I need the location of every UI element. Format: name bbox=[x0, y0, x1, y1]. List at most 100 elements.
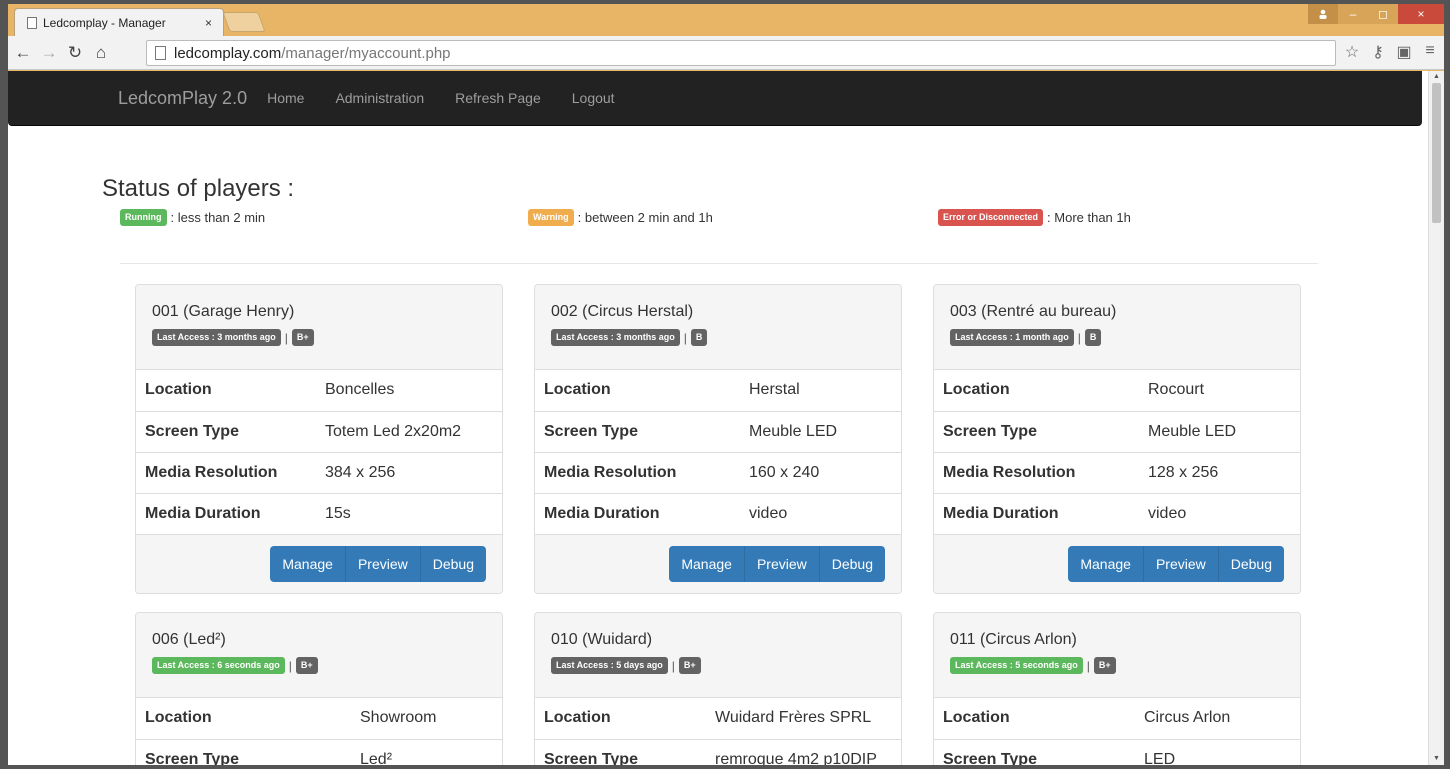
last-access-badge: Last Access : 3 months ago bbox=[551, 329, 680, 346]
manage-button[interactable]: Manage bbox=[669, 545, 745, 582]
preview-button[interactable]: Preview bbox=[1143, 545, 1219, 582]
tab-close-icon[interactable]: × bbox=[205, 16, 223, 30]
tab-title: Ledcomplay - Manager bbox=[43, 15, 166, 30]
browser-tab[interactable]: Ledcomplay - Manager × bbox=[14, 8, 224, 36]
action-buttons: Manage Preview Debug bbox=[669, 545, 885, 582]
table-row: Location Rocourt bbox=[934, 370, 1300, 411]
separator: | bbox=[683, 330, 687, 345]
media-resolution-key: Media Resolution bbox=[145, 463, 278, 481]
home-icon[interactable]: ⌂ bbox=[90, 43, 112, 63]
panel-heading: 011 (Circus Arlon) Last Access : 5 secon… bbox=[934, 613, 1300, 698]
table-row: Media Duration video bbox=[535, 493, 901, 534]
media-resolution-key: Media Resolution bbox=[544, 463, 677, 481]
page-viewport: LedcomPlay 2.0 Home Administration Refre… bbox=[8, 71, 1428, 765]
screen-type-value: LED bbox=[1144, 750, 1176, 766]
table-row: Media Duration video bbox=[934, 493, 1300, 534]
legend-text: : less than 2 min bbox=[170, 210, 266, 225]
user-icon[interactable] bbox=[1308, 4, 1338, 24]
nav-administration[interactable]: Administration bbox=[335, 90, 424, 106]
debug-button[interactable]: Debug bbox=[1218, 545, 1284, 582]
table-row: Location Wuidard Frères SPRL bbox=[535, 698, 901, 739]
debug-button[interactable]: Debug bbox=[420, 545, 486, 582]
key-icon[interactable]: ⚷ bbox=[1370, 42, 1386, 62]
last-access-badge: Last Access : 3 months ago bbox=[152, 329, 281, 346]
grade-badge: B bbox=[690, 329, 708, 346]
media-resolution-value: 160 x 240 bbox=[749, 463, 820, 481]
player-title: 006 (Led²) bbox=[152, 631, 226, 648]
new-tab-button[interactable] bbox=[222, 12, 266, 32]
media-duration-value: video bbox=[1148, 504, 1187, 522]
table-row: Screen Type LED bbox=[934, 739, 1300, 766]
screen-type-key: Screen Type bbox=[943, 750, 1037, 766]
player-info-table: Location Circus Arlon Screen Type LED bbox=[934, 698, 1300, 765]
table-row: Media Resolution 384 x 256 bbox=[136, 452, 502, 493]
maximize-button[interactable]: ◻ bbox=[1368, 4, 1398, 24]
screen-type-key: Screen Type bbox=[145, 422, 239, 440]
menu-icon[interactable]: ≡ bbox=[1422, 42, 1438, 62]
table-row: Media Duration 15s bbox=[136, 493, 502, 534]
separator: | bbox=[284, 330, 288, 345]
player-title: 002 (Circus Herstal) bbox=[551, 303, 694, 320]
player-title: 003 (Rentré au bureau) bbox=[950, 303, 1117, 320]
location-value: Herstal bbox=[749, 381, 800, 399]
media-resolution-value: 384 x 256 bbox=[325, 463, 396, 481]
player-info-table: Location Rocourt Screen Type Meuble LED Me… bbox=[934, 370, 1300, 535]
manage-button[interactable]: Manage bbox=[270, 545, 346, 582]
table-row: Screen Type remroque 4m2 p10DIP bbox=[535, 739, 901, 766]
back-arrow-icon[interactable]: ← bbox=[12, 43, 34, 63]
address-bar[interactable]: ledcomplay.com/manager/myaccount.php bbox=[146, 40, 1336, 66]
nav-home[interactable]: Home bbox=[267, 90, 304, 106]
last-access-badge: Last Access : 1 month ago bbox=[950, 329, 1074, 346]
legend-text: : More than 1h bbox=[1047, 210, 1131, 225]
brand-link[interactable]: LedcomPlay 2.0 bbox=[118, 88, 247, 109]
player-panel: 011 (Circus Arlon) Last Access : 5 secon… bbox=[933, 612, 1301, 765]
screen-type-key: Screen Type bbox=[943, 422, 1037, 440]
preview-button[interactable]: Preview bbox=[744, 545, 820, 582]
main-content: Status of players : Running : less than … bbox=[102, 175, 1332, 264]
browser-toolbar: ← → ↻ ⌂ ledcomplay.com/manager/myaccount… bbox=[8, 36, 1444, 70]
extension-icon[interactable]: ▣ bbox=[1396, 42, 1412, 62]
browser-window: Ledcomplay - Manager × – ◻ × ← → ↻ ⌂ led… bbox=[8, 4, 1444, 765]
page-icon bbox=[27, 16, 37, 29]
scroll-down-icon[interactable]: ▼ bbox=[1433, 755, 1441, 763]
action-buttons: Manage Preview Debug bbox=[1068, 545, 1284, 582]
panel-heading: 002 (Circus Herstal) Last Access : 3 mon… bbox=[535, 285, 901, 370]
vertical-scrollbar[interactable]: ▲ ▼ bbox=[1428, 71, 1444, 765]
location-value: Boncelles bbox=[325, 381, 395, 399]
minimize-button[interactable]: – bbox=[1338, 4, 1368, 24]
table-row: Location Boncelles bbox=[136, 370, 502, 411]
panel-footer: Manage Preview Debug bbox=[934, 534, 1300, 593]
screen-type-value: Led² bbox=[360, 750, 393, 766]
screen-type-value: Meuble LED bbox=[749, 422, 838, 440]
grade-badge: B bbox=[1084, 329, 1102, 346]
location-key: Location bbox=[544, 381, 611, 399]
preview-button[interactable]: Preview bbox=[345, 545, 421, 582]
running-badge: Running bbox=[120, 209, 167, 226]
nav-logout[interactable]: Logout bbox=[572, 90, 615, 106]
star-icon[interactable]: ☆ bbox=[1344, 42, 1360, 62]
separator: | bbox=[1086, 658, 1090, 673]
location-value: Rocourt bbox=[1148, 381, 1205, 399]
screen-type-key: Screen Type bbox=[145, 750, 239, 766]
manage-button[interactable]: Manage bbox=[1068, 545, 1144, 582]
table-row: Location Herstal bbox=[535, 370, 901, 411]
player-info-table: Location Boncelles Screen Type Totem Led 2… bbox=[136, 370, 502, 535]
nav-refresh-page[interactable]: Refresh Page bbox=[455, 90, 541, 106]
reload-icon[interactable]: ↻ bbox=[64, 43, 86, 63]
close-window-button[interactable]: × bbox=[1398, 4, 1444, 24]
page-icon bbox=[155, 46, 166, 60]
forward-arrow-icon[interactable]: → bbox=[38, 43, 60, 63]
error-badge: Error or Disconnected bbox=[938, 209, 1044, 226]
debug-button[interactable]: Debug bbox=[819, 545, 885, 582]
scroll-up-icon[interactable]: ▲ bbox=[1433, 73, 1441, 81]
legend-warning: Warning : between 2 min and 1h bbox=[528, 209, 713, 226]
last-access-badge: Last Access : 5 days ago bbox=[551, 657, 668, 674]
divider bbox=[120, 263, 1318, 264]
warning-badge: Warning bbox=[528, 209, 574, 226]
table-row: Location Showroom bbox=[136, 698, 502, 739]
legend-text: : between 2 min and 1h bbox=[577, 210, 713, 225]
scroll-thumb[interactable] bbox=[1432, 83, 1441, 223]
separator: | bbox=[288, 658, 292, 673]
location-value: Circus Arlon bbox=[1144, 709, 1231, 727]
url-host: ledcomplay.com bbox=[174, 44, 282, 62]
